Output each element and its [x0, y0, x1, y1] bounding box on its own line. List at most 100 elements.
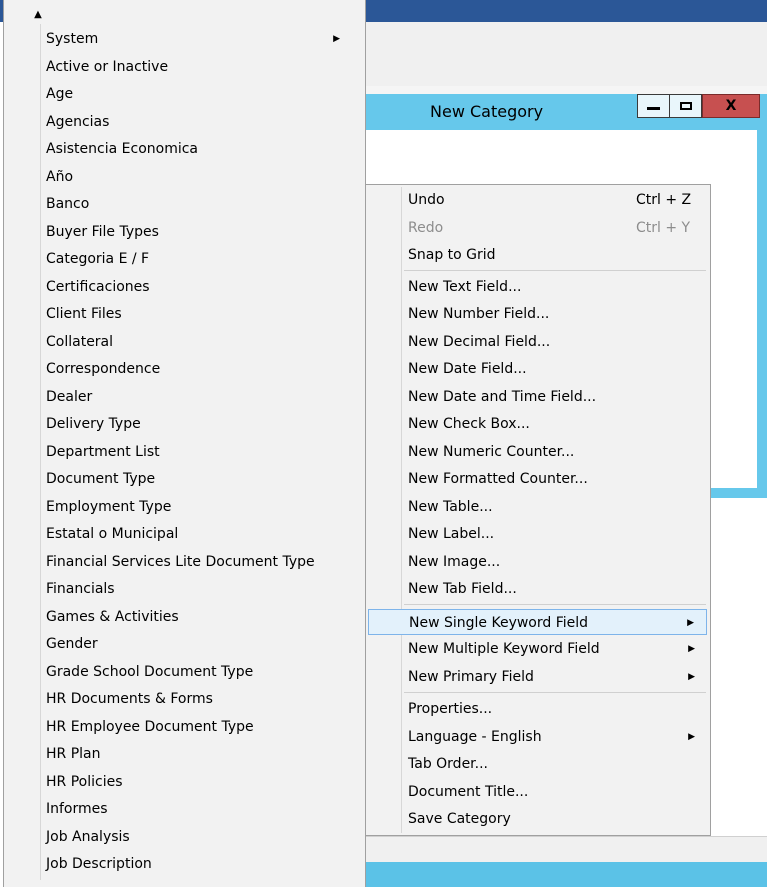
menu-item-label: Job Description	[46, 856, 152, 872]
context-menu-item[interactable]: Language - English ▶	[368, 724, 707, 750]
keyword-type-item[interactable]: Client Files	[46, 301, 346, 327]
context-menu-item[interactable]: New Decimal Field...	[368, 329, 707, 355]
context-menu-item[interactable]: New Label...	[368, 521, 707, 547]
menu-item-label: New Primary Field	[408, 669, 534, 685]
context-menu-item[interactable]: Properties...	[368, 696, 707, 722]
menu-separator	[404, 270, 706, 271]
scroll-up-icon[interactable]: ▲	[28, 8, 48, 22]
keyword-type-item[interactable]: System ▶	[46, 26, 346, 52]
menu-item-label: Active or Inactive	[46, 58, 169, 75]
menu-item-label: Agencias	[46, 113, 110, 130]
menu-item-label: Informes	[46, 801, 108, 817]
keyword-type-item[interactable]: Banco	[46, 191, 346, 217]
context-menu-item[interactable]: New Multiple Keyword Field ▶	[368, 636, 707, 662]
keyword-type-item[interactable]: Asistencia Economica	[46, 136, 346, 162]
keyword-type-item[interactable]: Document Type	[46, 466, 346, 492]
keyword-type-item[interactable]: HR Documents & Forms	[46, 686, 346, 712]
menu-item-label: Job Analysis	[46, 828, 130, 845]
menu-item-label: Employment Type	[46, 498, 172, 515]
menu-item-label: HR Employee Document Type	[46, 718, 254, 735]
context-menu-item[interactable]: New Number Field...	[368, 301, 707, 327]
keyword-type-item[interactable]: Gender	[46, 631, 346, 657]
menu-item-label: Financials	[46, 581, 115, 597]
keyword-type-item[interactable]: Certificaciones	[46, 274, 346, 300]
context-menu-item[interactable]: New Single Keyword Field ▶	[368, 609, 707, 635]
menu-item-label: New Check Box...	[408, 416, 530, 432]
menu-item-label: Categoria E / F	[46, 251, 150, 267]
menu-gutter	[40, 24, 41, 880]
submenu-arrow-icon: ▶	[688, 644, 695, 654]
context-menu-item[interactable]: New Primary Field ▶	[368, 664, 707, 690]
background-area	[711, 498, 767, 836]
context-menu-item[interactable]: New Date Field...	[368, 356, 707, 382]
keyword-type-item[interactable]: Job Description	[46, 851, 346, 877]
menu-item-label: Financial Services Lite Document Type	[46, 553, 315, 570]
context-menu-item[interactable]: New Check Box...	[368, 411, 707, 437]
menu-item-label: Estatal o Municipal	[46, 526, 179, 542]
context-menu-item[interactable]: New Table...	[368, 494, 707, 520]
context-menu-item[interactable]: Tab Order...	[368, 751, 707, 777]
menu-item-label: Año	[46, 168, 74, 185]
menu-item-label: Grade School Document Type	[46, 663, 254, 680]
context-menu-item[interactable]: New Date and Time Field...	[368, 384, 707, 410]
menu-item-label: Delivery Type	[46, 416, 141, 432]
keyword-type-item[interactable]: Correspondence	[46, 356, 346, 382]
menu-item-label: New Tab Field...	[408, 581, 517, 597]
context-menu-item[interactable]: New Numeric Counter...	[368, 439, 707, 465]
menu-item-label: Dealer	[46, 388, 93, 405]
keyword-type-item[interactable]: Financial Services Lite Document Type	[46, 549, 346, 575]
context-menu-item[interactable]: Document Title...	[368, 779, 707, 805]
context-menu-item[interactable]: New Image...	[368, 549, 707, 575]
context-menu-item[interactable]: Snap to Grid	[368, 242, 707, 268]
keyword-type-item[interactable]: Estatal o Municipal	[46, 521, 346, 547]
maximize-button[interactable]	[670, 94, 702, 118]
keyword-type-item[interactable]: Games & Activities	[46, 604, 346, 630]
keyword-type-item[interactable]: Job Analysis	[46, 824, 346, 850]
keyword-type-item[interactable]: Collateral	[46, 329, 346, 355]
keyword-type-item[interactable]: Año	[46, 164, 346, 190]
menu-item-label: New Image...	[408, 554, 501, 570]
context-menu-item[interactable]: New Formatted Counter...	[368, 466, 707, 492]
submenu-arrow-icon: ▶	[333, 34, 340, 44]
menu-separator	[404, 604, 706, 605]
context-menu-item[interactable]: New Tab Field...	[368, 576, 707, 602]
context-menu-item[interactable]: Save Category	[368, 806, 707, 832]
keyword-type-item[interactable]: Agencias	[46, 109, 346, 135]
menu-item-label: New Date Field...	[408, 361, 527, 377]
keyword-type-item[interactable]: Informes	[46, 796, 346, 822]
menu-item-label: New Label...	[408, 526, 495, 542]
minimize-button[interactable]	[637, 94, 670, 118]
keyword-type-item[interactable]: HR Policies	[46, 769, 346, 795]
keyword-type-menu: ▲ System ▶ Active or Inactive Age Agencias As…	[3, 0, 366, 887]
keyword-type-item[interactable]: Delivery Type	[46, 411, 346, 437]
keyword-type-item[interactable]: Age	[46, 81, 346, 107]
menu-item-label: Tab Order...	[408, 756, 489, 772]
menu-item-label: New Decimal Field...	[408, 334, 551, 350]
keyword-type-item[interactable]: HR Employee Document Type	[46, 714, 346, 740]
close-button[interactable]: X	[702, 94, 760, 118]
keyword-type-item[interactable]: Financials	[46, 576, 346, 602]
menu-item-label: Correspondence	[46, 361, 161, 377]
menu-item-label: Collateral	[46, 333, 114, 350]
context-menu-item[interactable]: New Text Field...	[368, 274, 707, 300]
context-menu-item[interactable]: Undo Ctrl + Z	[368, 187, 707, 213]
keyword-type-item[interactable]: Department List	[46, 439, 346, 465]
keyword-type-item[interactable]: Grade School Document Type	[46, 659, 346, 685]
submenu-arrow-icon: ▶	[688, 732, 695, 742]
keyword-type-item[interactable]: Buyer File Types	[46, 219, 346, 245]
menu-item-label: Properties...	[408, 701, 493, 717]
menu-item-label: HR Documents & Forms	[46, 691, 213, 707]
menu-item-label: Save Category	[408, 811, 511, 827]
menu-item-label: Asistencia Economica	[46, 141, 198, 157]
keyword-type-item[interactable]: Categoria E / F	[46, 246, 346, 272]
dialog-title: New Category	[430, 102, 544, 121]
keyword-type-item[interactable]: Employment Type	[46, 494, 346, 520]
keyword-type-item[interactable]: Active or Inactive	[46, 54, 346, 80]
menu-item-label: Snap to Grid	[408, 247, 496, 263]
keyword-type-item[interactable]: Dealer	[46, 384, 346, 410]
menu-item-label: New Numeric Counter...	[408, 444, 575, 460]
menu-item-label: Document Title...	[408, 784, 529, 800]
menu-item-label: New Number Field...	[408, 306, 550, 322]
keyword-type-item[interactable]: HR Plan	[46, 741, 346, 767]
maximize-icon	[679, 102, 692, 110]
